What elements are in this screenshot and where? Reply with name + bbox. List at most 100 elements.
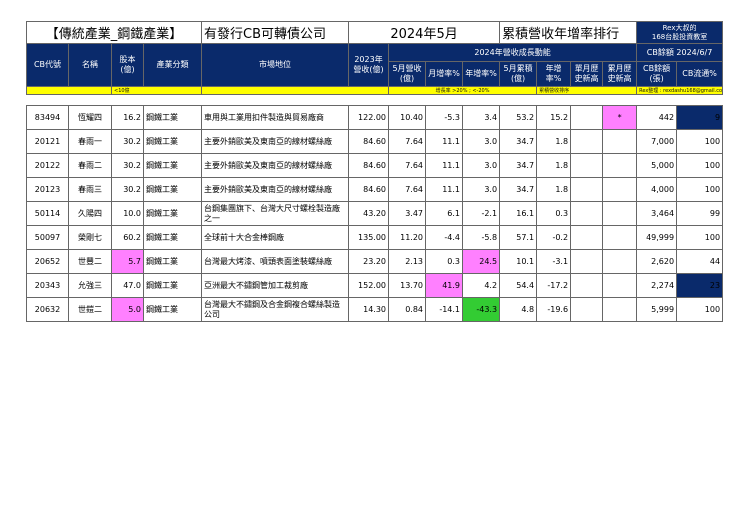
table-row: 50097 榮剛七 60.2 鋼鐵工業 全球前十大合金棒鋼廠 135.00 11…	[26, 225, 724, 250]
cell-may-revenue: 3.47	[388, 201, 427, 226]
cell-yoy: 3.4	[462, 105, 501, 130]
cell-cum-yoy: -3.1	[536, 249, 572, 274]
table-row: 20122 春雨二 30.2 鋼鐵工業 主要外銷歐美及東南亞的線材螺絲廠 84.…	[26, 153, 724, 178]
cell-capital: 30.2	[111, 177, 144, 202]
cell-name: 世鎧二	[68, 297, 112, 322]
hdr-market-position: 市場地位	[201, 43, 350, 87]
cell-mom: 41.9	[425, 273, 464, 298]
cell-revenue-2023: 122.00	[348, 105, 390, 130]
cell-cb-code: 50097	[26, 225, 69, 250]
cell-cum-yoy: 0.3	[536, 201, 572, 226]
cell-may-cum: 4.8	[499, 297, 538, 322]
cell-cb-code: 20122	[26, 153, 69, 178]
data-rows: 83494 恆耀四 16.2 鋼鐵工業 車用與工業用扣件製造與貿易廠商 122.…	[26, 105, 724, 322]
cell-single-month-high	[570, 153, 604, 178]
cell-cb-circulation: 100	[676, 153, 724, 178]
cell-industry: 鋼鐵工業	[142, 201, 203, 226]
cell-cum-yoy: -0.2	[536, 225, 572, 250]
cell-market-position: 車用與工業用扣件製造與貿易廠商	[201, 105, 350, 130]
cell-name: 恆耀四	[68, 105, 112, 130]
cell-name: 久陽四	[68, 201, 112, 226]
cell-cb-balance: 5,000	[636, 153, 678, 178]
cell-market-position: 亞洲最大不鏽鋼管加工裁剪廠	[201, 273, 350, 298]
cell-single-month-high	[570, 129, 604, 154]
note-capital: <10億	[110, 86, 203, 95]
cell-cb-code: 83494	[26, 105, 69, 130]
cell-capital: 47.0	[111, 273, 144, 298]
table-row: 20632 世鎧二 5.0 鋼鐵工業 台灣最大不鏽鋼及合金鋼複合螺絲製造公司 1…	[26, 297, 724, 322]
cell-mom: -4.4	[425, 225, 464, 250]
cell-name: 榮剛七	[68, 225, 112, 250]
cell-single-month-high	[570, 225, 604, 250]
hdr-cum-high: 累月歷史新高	[602, 61, 638, 87]
cell-cb-circulation: 9	[676, 105, 724, 130]
table-row: 20652 世豐二 5.7 鋼鐵工業 台灣最大烤漆、噴頭表面塗裝螺絲廠 23.2…	[26, 249, 724, 274]
title-subject: 有發行CB可轉債公司	[201, 21, 350, 44]
brand-line-1: Rex大叔的	[662, 23, 697, 32]
cell-cum-high	[602, 225, 638, 250]
cell-revenue-2023: 23.20	[348, 249, 390, 274]
hdr-yoy: 年增率%	[462, 61, 501, 87]
cell-may-revenue: 7.64	[388, 177, 427, 202]
cell-yoy: 3.0	[462, 129, 501, 154]
cell-capital: 10.0	[111, 201, 144, 226]
cell-market-position: 全球前十大合金棒鋼廠	[201, 225, 350, 250]
cell-market-position: 台鋼集團旗下、台灣大尺寸螺栓製造廠之一	[201, 201, 350, 226]
cell-revenue-2023: 152.00	[348, 273, 390, 298]
cell-cb-circulation: 100	[676, 177, 724, 202]
title-report: 累積營收年增率排行	[499, 21, 638, 44]
cell-capital: 5.7	[111, 249, 144, 274]
cell-capital: 30.2	[111, 153, 144, 178]
cell-market-position: 主要外銷歐美及東南亞的線材螺絲廠	[201, 153, 350, 178]
cell-cum-high	[602, 249, 638, 274]
hdr-cb-circulation: CB流通%	[676, 61, 724, 87]
hdr-may-revenue: 5月營收(億)	[388, 61, 427, 87]
cell-name: 春雨一	[68, 129, 112, 154]
cell-industry: 鋼鐵工業	[142, 273, 203, 298]
cell-may-cum: 34.7	[499, 177, 538, 202]
cell-cum-high	[602, 177, 638, 202]
cell-cb-code: 20652	[26, 249, 69, 274]
cell-name: 春雨三	[68, 177, 112, 202]
hdr-revenue-2023: 2023年營收(億)	[348, 43, 390, 87]
cell-yoy: -2.1	[462, 201, 501, 226]
note-cum: 累積營收排序	[536, 86, 638, 95]
hdr-cb-balance: CB餘額(張)	[636, 61, 678, 87]
cell-mom: 11.1	[425, 129, 464, 154]
hdr-cb-balance-group: CB餘額 2024/6/7	[636, 43, 724, 62]
cell-cb-code: 20123	[26, 177, 69, 202]
cell-cb-code: 20343	[26, 273, 69, 298]
table-row: 50114 久陽四 10.0 鋼鐵工業 台鋼集團旗下、台灣大尺寸螺栓製造廠之一 …	[26, 201, 724, 226]
cell-industry: 鋼鐵工業	[142, 153, 203, 178]
cell-cb-balance: 49,999	[636, 225, 678, 250]
report-sheet: 【傳統產業_鋼鐵產業】 有發行CB可轉債公司 2024年5月 累積營收年增率排行…	[25, 21, 724, 322]
cell-revenue-2023: 84.60	[348, 177, 390, 202]
cell-cb-balance: 442	[636, 105, 678, 130]
cell-industry: 鋼鐵工業	[142, 105, 203, 130]
cell-may-revenue: 7.64	[388, 153, 427, 178]
cell-market-position: 台灣最大烤漆、噴頭表面塗裝螺絲廠	[201, 249, 350, 274]
cell-cb-code: 20121	[26, 129, 69, 154]
cell-cum-high	[602, 297, 638, 322]
cell-cum-high	[602, 273, 638, 298]
cell-cb-circulation: 99	[676, 201, 724, 226]
cell-revenue-2023: 14.30	[348, 297, 390, 322]
header-row-1: CB代號 名稱 股本(億) 產業分類 市場地位 2023年營收(億) 2024年…	[26, 43, 724, 87]
cell-cum-yoy: 1.8	[536, 177, 572, 202]
cell-cb-balance: 3,464	[636, 201, 678, 226]
cell-name: 允強三	[68, 273, 112, 298]
cell-revenue-2023: 43.20	[348, 201, 390, 226]
cell-industry: 鋼鐵工業	[142, 129, 203, 154]
cell-cum-high	[602, 153, 638, 178]
note-growth: 增長率 >20% ; <-20%	[388, 86, 538, 95]
cell-cb-code: 20632	[26, 297, 69, 322]
brand-badge: Rex大叔的 168台股投資教室	[636, 21, 724, 44]
cell-mom: 11.1	[425, 153, 464, 178]
cell-cum-yoy: 15.2	[536, 105, 572, 130]
cell-capital: 30.2	[111, 129, 144, 154]
cell-revenue-2023: 84.60	[348, 129, 390, 154]
cell-cum-yoy: -19.6	[536, 297, 572, 322]
cell-mom: -14.1	[425, 297, 464, 322]
note-credit: Rex整理 : rexdashu168@gmail.com	[636, 86, 724, 95]
cell-single-month-high	[570, 297, 604, 322]
